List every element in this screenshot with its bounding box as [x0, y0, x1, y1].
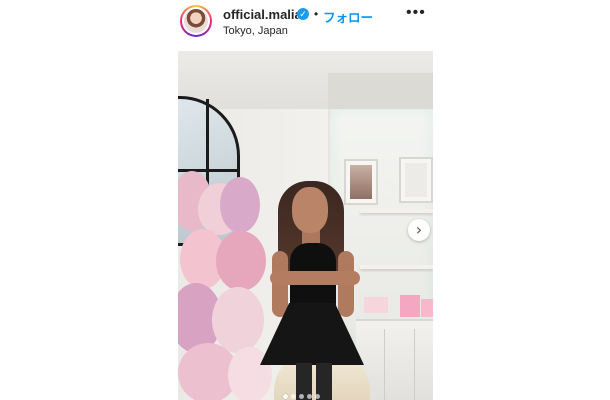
post-photo[interactable] — [178, 51, 433, 400]
avatar-ring-inner — [182, 7, 210, 35]
carousel-indicator — [283, 394, 331, 400]
follow-button[interactable]: フォロー — [323, 7, 373, 26]
picture-frame — [344, 159, 378, 205]
picture-frame — [399, 157, 433, 203]
ceiling-cove — [328, 73, 433, 109]
carousel-dot — [315, 394, 320, 399]
carousel-dot — [307, 394, 312, 399]
avatar-photo — [184, 9, 208, 33]
person-crossed-arms — [270, 271, 360, 285]
shelf — [360, 209, 433, 213]
person-face — [292, 187, 328, 233]
jewelry-tray — [364, 297, 388, 313]
carousel-dot — [291, 394, 296, 399]
separator-dot: • — [314, 7, 319, 21]
counter-seam — [414, 329, 415, 400]
more-options-icon[interactable]: ••• — [406, 5, 425, 23]
frame-image — [405, 163, 427, 197]
chevron-right-icon[interactable]: › — [408, 219, 430, 241]
frame-image — [350, 165, 372, 199]
post-header: official.malia ✓ • フォロー Tokyo, Japan ••• — [0, 0, 610, 48]
flower-arrangement — [178, 171, 278, 400]
verified-badge-icon: ✓ — [297, 8, 309, 20]
pink-gift-box — [421, 299, 433, 317]
carousel-dot — [283, 394, 288, 399]
pink-gift-box — [400, 295, 420, 317]
shelf — [360, 265, 433, 269]
location-link[interactable]: Tokyo, Japan — [223, 25, 288, 37]
avatar[interactable] — [180, 5, 212, 37]
carousel-dot — [299, 394, 304, 399]
username[interactable]: official.malia — [223, 7, 302, 22]
counter-seam — [384, 329, 385, 400]
